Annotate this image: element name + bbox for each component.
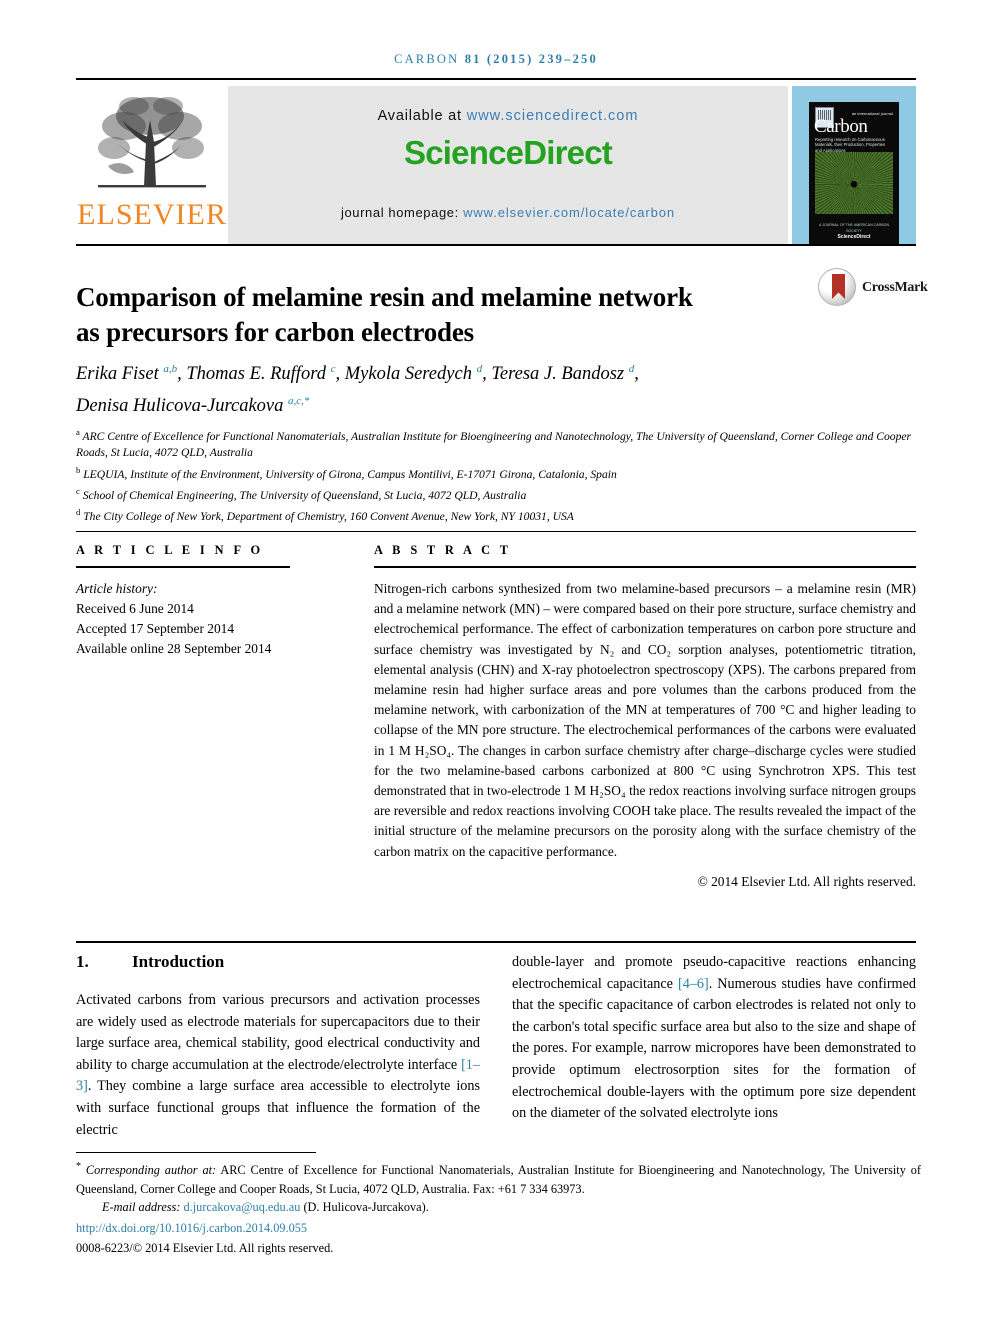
- running-head: CARBON 81 (2015) 239–250: [0, 52, 992, 67]
- citation-link-4-6[interactable]: [4–6]: [678, 976, 709, 992]
- affiliation-list: a ARC Centre of Excellence for Functiona…: [76, 424, 921, 525]
- author-name: Teresa J. Bandosz: [491, 364, 629, 385]
- doi-line[interactable]: http://dx.doi.org/10.1016/j.carbon.2014.…: [76, 1219, 921, 1238]
- article-info-heading: A R T I C L E I N F O: [76, 543, 264, 557]
- email-label: E-mail address:: [102, 1200, 181, 1215]
- section-title: Introduction: [132, 952, 225, 971]
- article-info-column: A R T I C L E I N F O Article history: R…: [76, 543, 344, 659]
- cover-footer-small: A JOURNAL OF THE AMERICAN CARBON SOCIETY: [818, 223, 890, 233]
- asterisk-icon: *: [76, 1161, 81, 1172]
- affiliation-text: The City College of New York, Department…: [80, 510, 574, 524]
- author-name: Erika Fiset: [76, 364, 164, 385]
- abstract-text: Nitrogen-rich carbons synthesized from t…: [374, 581, 916, 859]
- intro-left-text-2: . They combine a large surface area acce…: [76, 1078, 480, 1138]
- available-at-line: Available at www.sciencedirect.com: [228, 108, 788, 124]
- section-number: 1.: [76, 952, 89, 971]
- author-separator: ,: [177, 364, 187, 385]
- email-link[interactable]: d.jurcakova@uq.edu.au: [184, 1200, 301, 1214]
- affiliation-text: ARC Centre of Excellence for Functional …: [76, 429, 912, 460]
- masthead: ELSEVIER Available at www.sciencedirect.…: [76, 86, 916, 244]
- article-history: Article history: Received 6 June 2014 Ac…: [76, 579, 344, 659]
- cover-footer: A JOURNAL OF THE AMERICAN CARBON SOCIETY…: [815, 222, 893, 240]
- abstract-rule: [374, 566, 916, 568]
- header-rule: [76, 78, 916, 80]
- running-head-volume: 81 (2015) 239–250: [464, 52, 598, 66]
- journal-cover-inner: an international journal Carbon Reportin…: [809, 102, 899, 244]
- section-heading-introduction: 1. Introduction: [76, 952, 480, 972]
- sciencedirect-logo[interactable]: ScienceDirect: [228, 134, 788, 172]
- footnote-rule: [76, 1152, 316, 1153]
- author-name: Thomas E. Rufford: [186, 364, 331, 385]
- author-separator: ,: [482, 364, 492, 385]
- history-accepted: Accepted 17 September 2014: [76, 621, 235, 636]
- author-separator: ,: [335, 364, 345, 385]
- abstract-copyright: © 2014 Elsevier Ltd. All rights reserved…: [697, 873, 916, 889]
- intro-paragraph-right: double-layer and promote pseudo-capaciti…: [512, 952, 916, 1125]
- author-list: Erika Fiset a,b, Thomas E. Rufford c, My…: [76, 356, 921, 420]
- journal-cover-thumbnail[interactable]: an international journal Carbon Reportin…: [792, 86, 916, 244]
- author-name: Mykola Seredych: [344, 364, 477, 385]
- corresponding-author-note: * Corresponding author at: ARC Centre of…: [76, 1158, 921, 1198]
- sciencedirect-url-link[interactable]: www.sciencedirect.com: [467, 108, 639, 124]
- cover-micrograph-image: [815, 152, 893, 214]
- elsevier-logo: ELSEVIER: [76, 86, 228, 244]
- doi-link[interactable]: http://dx.doi.org/10.1016/j.carbon.2014.…: [76, 1221, 307, 1235]
- body-column-right: double-layer and promote pseudo-capaciti…: [512, 952, 916, 1125]
- elsevier-wordmark: ELSEVIER: [77, 198, 227, 231]
- affiliation-text: School of Chemical Engineering, The Univ…: [79, 488, 527, 502]
- history-online: Available online 28 September 2014: [76, 641, 272, 656]
- journal-homepage-line: journal homepage: www.elsevier.com/locat…: [228, 205, 788, 220]
- cover-title: Carbon: [814, 116, 868, 137]
- intro-left-text-1: Activated carbons from various precursor…: [76, 992, 480, 1073]
- cover-subtitle: Reporting research on Carbonaceous Mater…: [815, 137, 886, 153]
- journal-homepage-link[interactable]: www.elsevier.com/locate/carbon: [463, 205, 675, 220]
- affiliation-item: a ARC Centre of Excellence for Functiona…: [76, 424, 921, 462]
- author-affiliation-mark: a,c,*: [288, 395, 310, 408]
- body-column-left: 1. Introduction Activated carbons from va…: [76, 952, 480, 1141]
- crossmark-circle-icon: [818, 268, 856, 306]
- crossmark-ribbon-icon: [832, 274, 845, 299]
- intro-paragraph-left: Activated carbons from various precursor…: [76, 990, 480, 1141]
- running-head-journal: CARBON: [394, 52, 460, 66]
- page-title: Comparison of melamine resin and melamin…: [76, 282, 693, 348]
- article-page: CARBON 81 (2015) 239–250 ELSEVIER Availa…: [0, 0, 992, 1323]
- cover-footer-brand: ScienceDirect: [837, 234, 871, 240]
- page-footer: * Corresponding author at: ARC Centre of…: [76, 1158, 921, 1258]
- elsevier-tree-icon: [84, 90, 220, 198]
- crossmark-badge[interactable]: CrossMark: [818, 268, 928, 308]
- issn-copyright-line: 0008-6223/© 2014 Elsevier Ltd. All right…: [76, 1241, 334, 1256]
- affiliation-text: LEQUIA, Institute of the Environment, Un…: [80, 467, 617, 481]
- article-history-label: Article history:: [76, 581, 158, 596]
- abstract-heading: A B S T R A C T: [374, 543, 512, 557]
- author-name: Denisa Hulicova-Jurcakova: [76, 396, 288, 417]
- journal-homepage-label: journal homepage:: [340, 205, 459, 220]
- intro-right-text-2: . Numerous studies have confirmed that t…: [512, 975, 916, 1122]
- corresponding-author-label: Corresponding author at:: [85, 1163, 217, 1178]
- author-affiliation-mark: a,b: [163, 363, 178, 375]
- history-received: Received 6 June 2014: [76, 601, 194, 616]
- info-top-rule: [76, 531, 916, 532]
- sciencedirect-band: Available at www.sciencedirect.com Scien…: [228, 86, 788, 244]
- available-at-label: Available at: [377, 108, 462, 124]
- affiliation-item: c School of Chemical Engineering, The Un…: [76, 483, 921, 504]
- email-owner: (D. Hulicova-Jurcakova).: [303, 1200, 429, 1215]
- abstract-column: A B S T R A C T Nitrogen-rich carbons sy…: [374, 543, 916, 890]
- intro-top-rule: [76, 941, 916, 943]
- article-info-rule: [76, 566, 290, 568]
- email-note: E-mail address: d.jurcakova@uq.edu.au (D…: [102, 1198, 921, 1217]
- affiliation-item: b LEQUIA, Institute of the Environment, …: [76, 462, 921, 483]
- author-separator: ,: [634, 364, 639, 385]
- masthead-bottom-rule: [76, 244, 916, 246]
- affiliation-item: d The City College of New York, Departme…: [76, 504, 921, 525]
- crossmark-label: CrossMark: [862, 280, 928, 295]
